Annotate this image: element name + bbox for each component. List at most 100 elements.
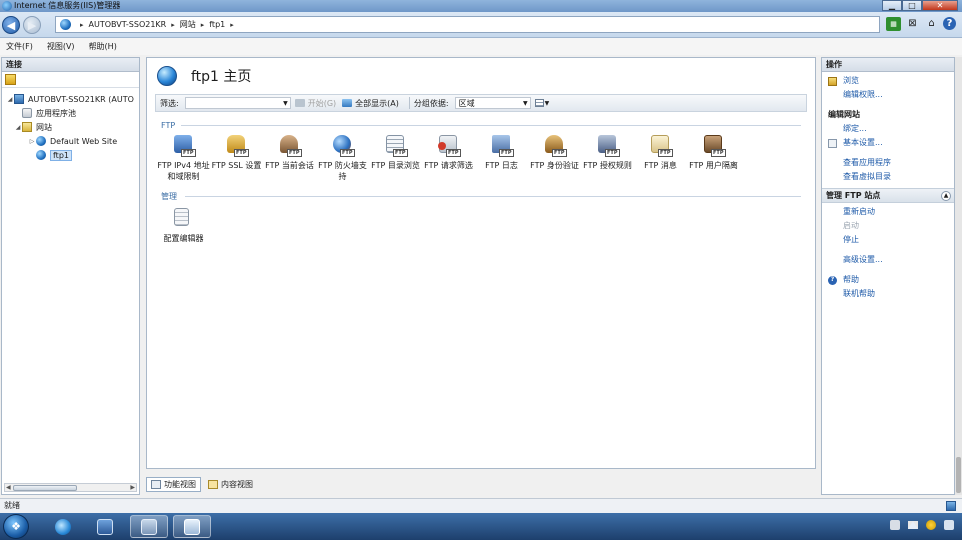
action-bindings[interactable]: 绑定... [828,122,954,136]
site-globe-icon [157,66,177,86]
feature-ftp-directory-browsing[interactable]: FTP FTP 目录浏览 [369,134,422,182]
actions-header: 操作 [822,58,954,72]
chevron-down-icon[interactable]: ▼ [523,98,528,109]
window-title: Internet 信息服务(IIS)管理器 [14,1,121,10]
action-restart[interactable]: 重新启动 [828,205,954,219]
action-start: 启动 [843,221,859,230]
page-title: ftp1 主页 [191,69,252,85]
taskbar: ❖ [0,513,962,540]
help-icon: ? [828,276,837,285]
breadcrumb-ftp1[interactable]: ftp1 [209,20,225,29]
view-tabs: 功能视图 内容视图 [146,477,260,493]
home-icon[interactable]: ⌂ [924,17,939,31]
stop-icon[interactable]: ⊠ [905,17,920,31]
section-title-management: 管理 [161,192,177,201]
help-icon[interactable]: ? [943,17,956,30]
breadcrumb-server[interactable]: AUTOBVT-SSO21KR [89,20,167,29]
action-help[interactable]: ? 帮助 [828,273,954,287]
feature-ftp-logging[interactable]: FTP FTP 日志 [475,134,528,182]
action-view-applications[interactable]: 查看应用程序 [828,156,954,170]
server-status-icon [946,501,956,511]
taskbar-iis-manager[interactable] [173,515,211,538]
action-view-virtual-directories[interactable]: 查看虚拟目录 [828,170,954,184]
ftp-user-isolation-icon: FTP [702,134,726,158]
go-button[interactable]: 开始(G) [294,98,336,109]
scroll-thumb[interactable] [13,485,77,491]
start-button[interactable]: ❖ [3,514,29,539]
flag-icon[interactable] [908,521,918,529]
network-icon[interactable] [926,520,936,530]
action-basic-settings[interactable]: 基本设置... [828,136,954,150]
feature-ftp-messages[interactable]: FTP FTP 消息 [634,134,687,182]
forward-button[interactable]: ▶ [23,16,41,34]
maximize-button[interactable]: □ [902,0,922,11]
taskbar-remote-desktop[interactable] [130,515,168,538]
ftp-firewall-icon: FTP [331,134,355,158]
shield-icon [97,518,113,535]
tree-node-app-pools[interactable]: 应用程序池 [2,106,139,120]
feature-ftp-authorization[interactable]: FTP FTP 授权规则 [581,134,634,182]
page-header: ftp1 主页 [147,58,815,94]
action-online-help[interactable]: 联机帮助 [828,287,954,301]
connections-hscroll[interactable]: ◀ ▶ [4,483,137,492]
scroll-right-icon[interactable]: ▶ [130,484,135,492]
chevron-down-icon[interactable]: ▼ [283,98,288,109]
close-button[interactable]: ✕ [922,0,958,11]
volume-icon[interactable] [944,520,954,530]
breadcrumb-sites[interactable]: 网站 [180,19,196,30]
feature-ftp-ip-restrictions[interactable]: FTP FTP IPv4 地址和域限制 [157,134,210,182]
address-breadcrumb[interactable]: ▸ AUTOBVT-SSO21KR ▸ 网站 ▸ ftp1 ▸ [55,16,880,33]
feature-configuration-editor[interactable]: 配置编辑器 [157,207,210,244]
menu-help[interactable]: 帮助(H) [89,41,117,52]
menu-file[interactable]: 文件(F) [6,41,33,52]
feature-ftp-ssl[interactable]: FTP FTP SSL 设置 [210,134,263,182]
action-advanced-settings[interactable]: 高级设置... [828,253,954,267]
connect-icon[interactable] [5,74,16,85]
view-mode-button[interactable]: ▼ [534,98,551,108]
taskbar-ie[interactable] [44,515,82,538]
tree-node-ftp1[interactable]: ftp1 [2,148,139,162]
group-by-select[interactable]: 区域 ▼ [454,97,531,109]
filter-input[interactable]: ▼ [184,97,291,109]
tree-node-default-web-site[interactable]: ▷ Default Web Site [2,134,139,148]
chevron-down-icon: ▼ [544,99,550,107]
scroll-thumb[interactable] [956,457,961,493]
server-icon [14,94,24,104]
feature-ftp-authentication[interactable]: FTP FTP 身份验证 [528,134,581,182]
page-vscroll[interactable] [955,57,962,495]
ftp-request-filter-icon: FTP [437,134,461,158]
feature-ftp-user-isolation[interactable]: FTP FTP 用户隔离 [687,134,740,182]
back-button[interactable]: ◀ [2,16,20,34]
ftp-ssl-lock-icon: FTP [225,134,249,158]
ftp-features-row: FTP FTP IPv4 地址和域限制 FTP FTP SSL 设置 FTP F… [157,134,740,182]
app-pool-icon [22,108,32,118]
tree-node-sites[interactable]: ◢ 网站 [2,120,139,134]
scroll-left-icon[interactable]: ◀ [6,484,11,492]
collapse-icon[interactable]: ▲ [941,191,951,201]
tree-node-server[interactable]: ◢ AUTOBVT-SSO21KR (AUTO [2,92,139,106]
action-stop[interactable]: 停止 [828,233,954,247]
action-edit-permissions[interactable]: 编辑权限... [828,88,954,102]
ftp-ip-restrictions-icon: FTP [172,134,196,158]
taskbar-security[interactable] [86,515,124,538]
feature-ftp-request-filtering[interactable]: FTP FTP 请求筛选 [422,134,475,182]
connections-toolbar [2,72,139,88]
minimize-button[interactable]: ▁ [882,0,902,11]
status-text: 就绪 [4,501,20,510]
keyboard-icon[interactable] [890,520,900,530]
connections-header: 连接 [2,58,139,72]
feature-ftp-sessions[interactable]: FTP FTP 当前会话 [263,134,316,182]
server-icon[interactable]: ▦ [886,17,901,31]
breadcrumb: ▸ AUTOBVT-SSO21KR ▸ 网站 ▸ ftp1 ▸ [80,19,234,30]
show-all-button[interactable]: 全部显示(A) [342,98,399,109]
ftp-log-icon: FTP [490,134,514,158]
manage-ftp-site-header[interactable]: 管理 FTP 站点 ▲ [822,188,954,203]
tab-content-view[interactable]: 内容视图 [203,477,258,492]
sites-folder-icon [22,122,32,132]
group-by-label: 分组依据: [413,98,449,108]
tab-features-view[interactable]: 功能视图 [146,477,201,492]
feature-ftp-firewall[interactable]: FTP FTP 防火墙支持 [316,134,369,182]
menu-view[interactable]: 视图(V) [47,41,75,52]
action-browse[interactable]: 浏览 [828,74,954,88]
ftp-authorization-icon: FTP [596,134,620,158]
